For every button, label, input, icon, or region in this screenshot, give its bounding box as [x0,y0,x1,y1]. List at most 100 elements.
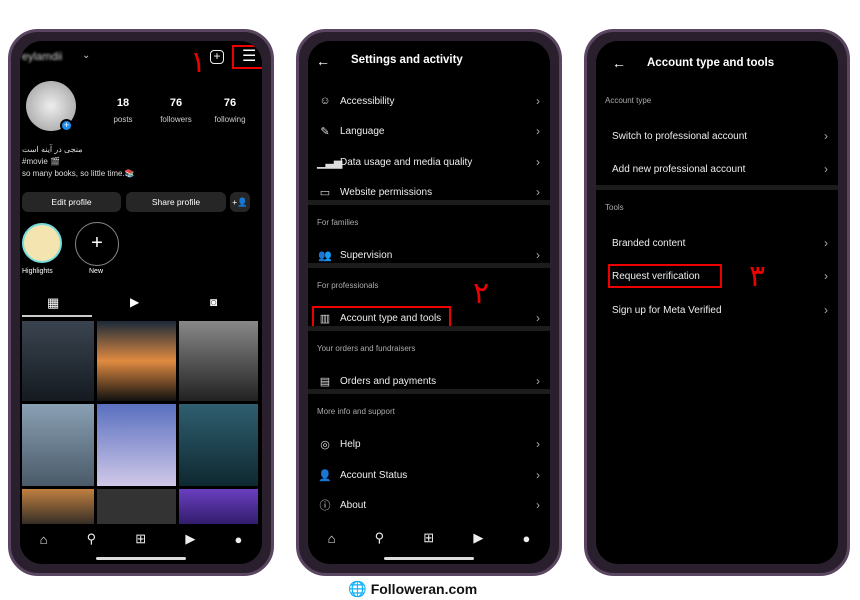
stat-followers[interactable]: 76 followers [151,97,201,127]
section-header: Your orders and fundraisers [317,344,416,353]
profile-avatar-icon[interactable]: ● [235,532,243,547]
page-title: Settings and activity [351,54,463,66]
share-profile-button[interactable]: Share profile [126,192,226,212]
highlight-label: Highlights [22,268,53,275]
chevron-right-icon: › [536,374,540,388]
highlight-box [608,264,722,288]
phone-profile: eylamdii ⌄ + ☰ ١ + 18 posts 76 followers 7… [8,29,274,576]
menu-item-branded-content[interactable]: Branded content › [596,229,838,257]
info-icon: ⓘ [319,500,331,512]
menu-item-label: Add new professional account [612,163,746,175]
home-icon[interactable]: ⌂ [328,531,336,546]
tagged-icon[interactable]: ◙ [210,295,217,309]
phone-tools: ← Account type and tools ٣ Account type S… [584,29,850,576]
menu-item-add-new-professional-account[interactable]: Add new professional account › [596,155,838,183]
search-icon[interactable]: ⚲ [375,530,385,546]
profile-screen: eylamdii ⌄ + ☰ ١ + 18 posts 76 followers 7… [20,41,262,564]
chevron-down-icon[interactable]: ⌄ [82,50,90,61]
post-tile[interactable] [97,404,176,486]
page-title: Account type and tools [647,57,775,69]
section-header: For families [317,218,359,227]
menu-item-language[interactable]: ✎ Language › [308,117,550,145]
divider [308,263,550,268]
add-post-icon[interactable]: + [210,50,224,64]
highlight-box-menu [232,45,262,69]
post-tile[interactable] [22,321,94,401]
tab-indicator [22,315,92,317]
username[interactable]: eylamdii [22,51,62,63]
post-tile[interactable] [97,321,176,401]
home-indicator [384,557,474,560]
menu-item-sign-up-for-meta-verified[interactable]: Sign up for Meta Verified › [596,296,838,324]
menu-item-account-status[interactable]: 👤 Account Status › [308,461,550,489]
menu-item-accessibility[interactable]: ☺ Accessibility › [308,87,550,115]
new-highlight-label: New [89,268,104,275]
menu-item-label: Website permissions [340,186,433,198]
highlight-avatar[interactable] [22,223,62,263]
reels-icon[interactable]: ▶ [185,531,195,547]
menu-item-label: Data usage and media quality [340,156,473,168]
chevron-right-icon: › [536,124,540,138]
menu-item-label: Sign up for Meta Verified [612,304,722,316]
phone-settings: ← Settings and activity ٢ ☺ Accessibility… [296,29,562,576]
grid-icon[interactable]: ▦ [47,295,59,311]
post-tile[interactable] [22,489,94,529]
bottom-nav: ⌂ ⚲ ⊞ ▶ ● [308,526,550,550]
divider [308,326,550,331]
reels-icon[interactable]: ▶ [473,530,483,546]
chevron-right-icon: › [536,498,540,512]
chevron-right-icon: › [536,437,540,451]
reels-icon[interactable]: ▶ [130,295,139,309]
add-story-icon[interactable]: + [60,119,73,132]
accessibility-icon: ☺ [319,95,331,107]
menu-item-label: Switch to professional account [612,130,748,142]
divider [308,200,550,205]
chevron-right-icon: › [536,155,540,169]
section-header: For professionals [317,281,379,290]
add-person-icon[interactable]: +👤 [230,192,250,212]
create-icon[interactable]: ⊞ [423,530,434,546]
chevron-right-icon: › [824,129,828,143]
post-tile[interactable] [97,489,176,529]
post-tile[interactable] [179,489,258,529]
stat-posts[interactable]: 18 posts [98,97,148,127]
post-tile[interactable] [179,321,258,401]
stat-following[interactable]: 76 following [205,97,255,127]
new-highlight-button[interactable]: + [75,222,119,266]
chevron-right-icon: › [824,303,828,317]
help-icon: ◎ [320,438,330,451]
menu-item-label: Supervision [340,249,393,261]
laptop-icon: ▭ [319,186,331,199]
divider [308,389,550,394]
section-header: Tools [605,203,624,212]
bio: منجی در آینه است #movie 🎬 so many books, s… [22,145,135,178]
menu-item-switch-to-professional-account[interactable]: Switch to professional account › [596,122,838,150]
edit-profile-button[interactable]: Edit profile [22,192,121,212]
signal-icon: ▁▃▅ [317,156,343,169]
menu-item-label: Orders and payments [340,375,437,387]
chevron-right-icon: › [824,269,828,283]
home-indicator [96,557,186,560]
post-tile[interactable] [179,404,258,486]
post-tile[interactable] [22,404,94,486]
back-arrow-icon[interactable]: ← [316,53,330,69]
home-icon[interactable]: ⌂ [40,532,48,547]
bottom-nav: ⌂ ⚲ ⊞ ▶ ● [20,524,262,554]
back-arrow-icon[interactable]: ← [612,55,626,71]
step-number-1: ١ [190,45,207,80]
tools-screen: ← Account type and tools ٣ Account type S… [596,41,838,564]
supervision-icon: 👥 [318,249,332,262]
create-icon[interactable]: ⊞ [135,531,146,547]
account-status-icon: 👤 [318,469,332,482]
profile-avatar-icon[interactable]: ● [523,531,531,546]
search-icon[interactable]: ⚲ [87,531,97,547]
menu-item-label: Branded content [612,237,686,249]
brand-footer: 🌐 Followeran.com [348,580,477,598]
menu-item-help[interactable]: ◎ Help › [308,430,550,458]
orders-icon: ▤ [319,375,331,388]
settings-screen: ← Settings and activity ٢ ☺ Accessibility… [308,41,550,564]
menu-item-about[interactable]: ⓘ About › [308,491,550,519]
menu-item-data-usage-and-media-quality[interactable]: ▁▃▅ Data usage and media quality › [308,148,550,176]
section-header: More info and support [317,407,395,416]
divider [596,185,838,190]
